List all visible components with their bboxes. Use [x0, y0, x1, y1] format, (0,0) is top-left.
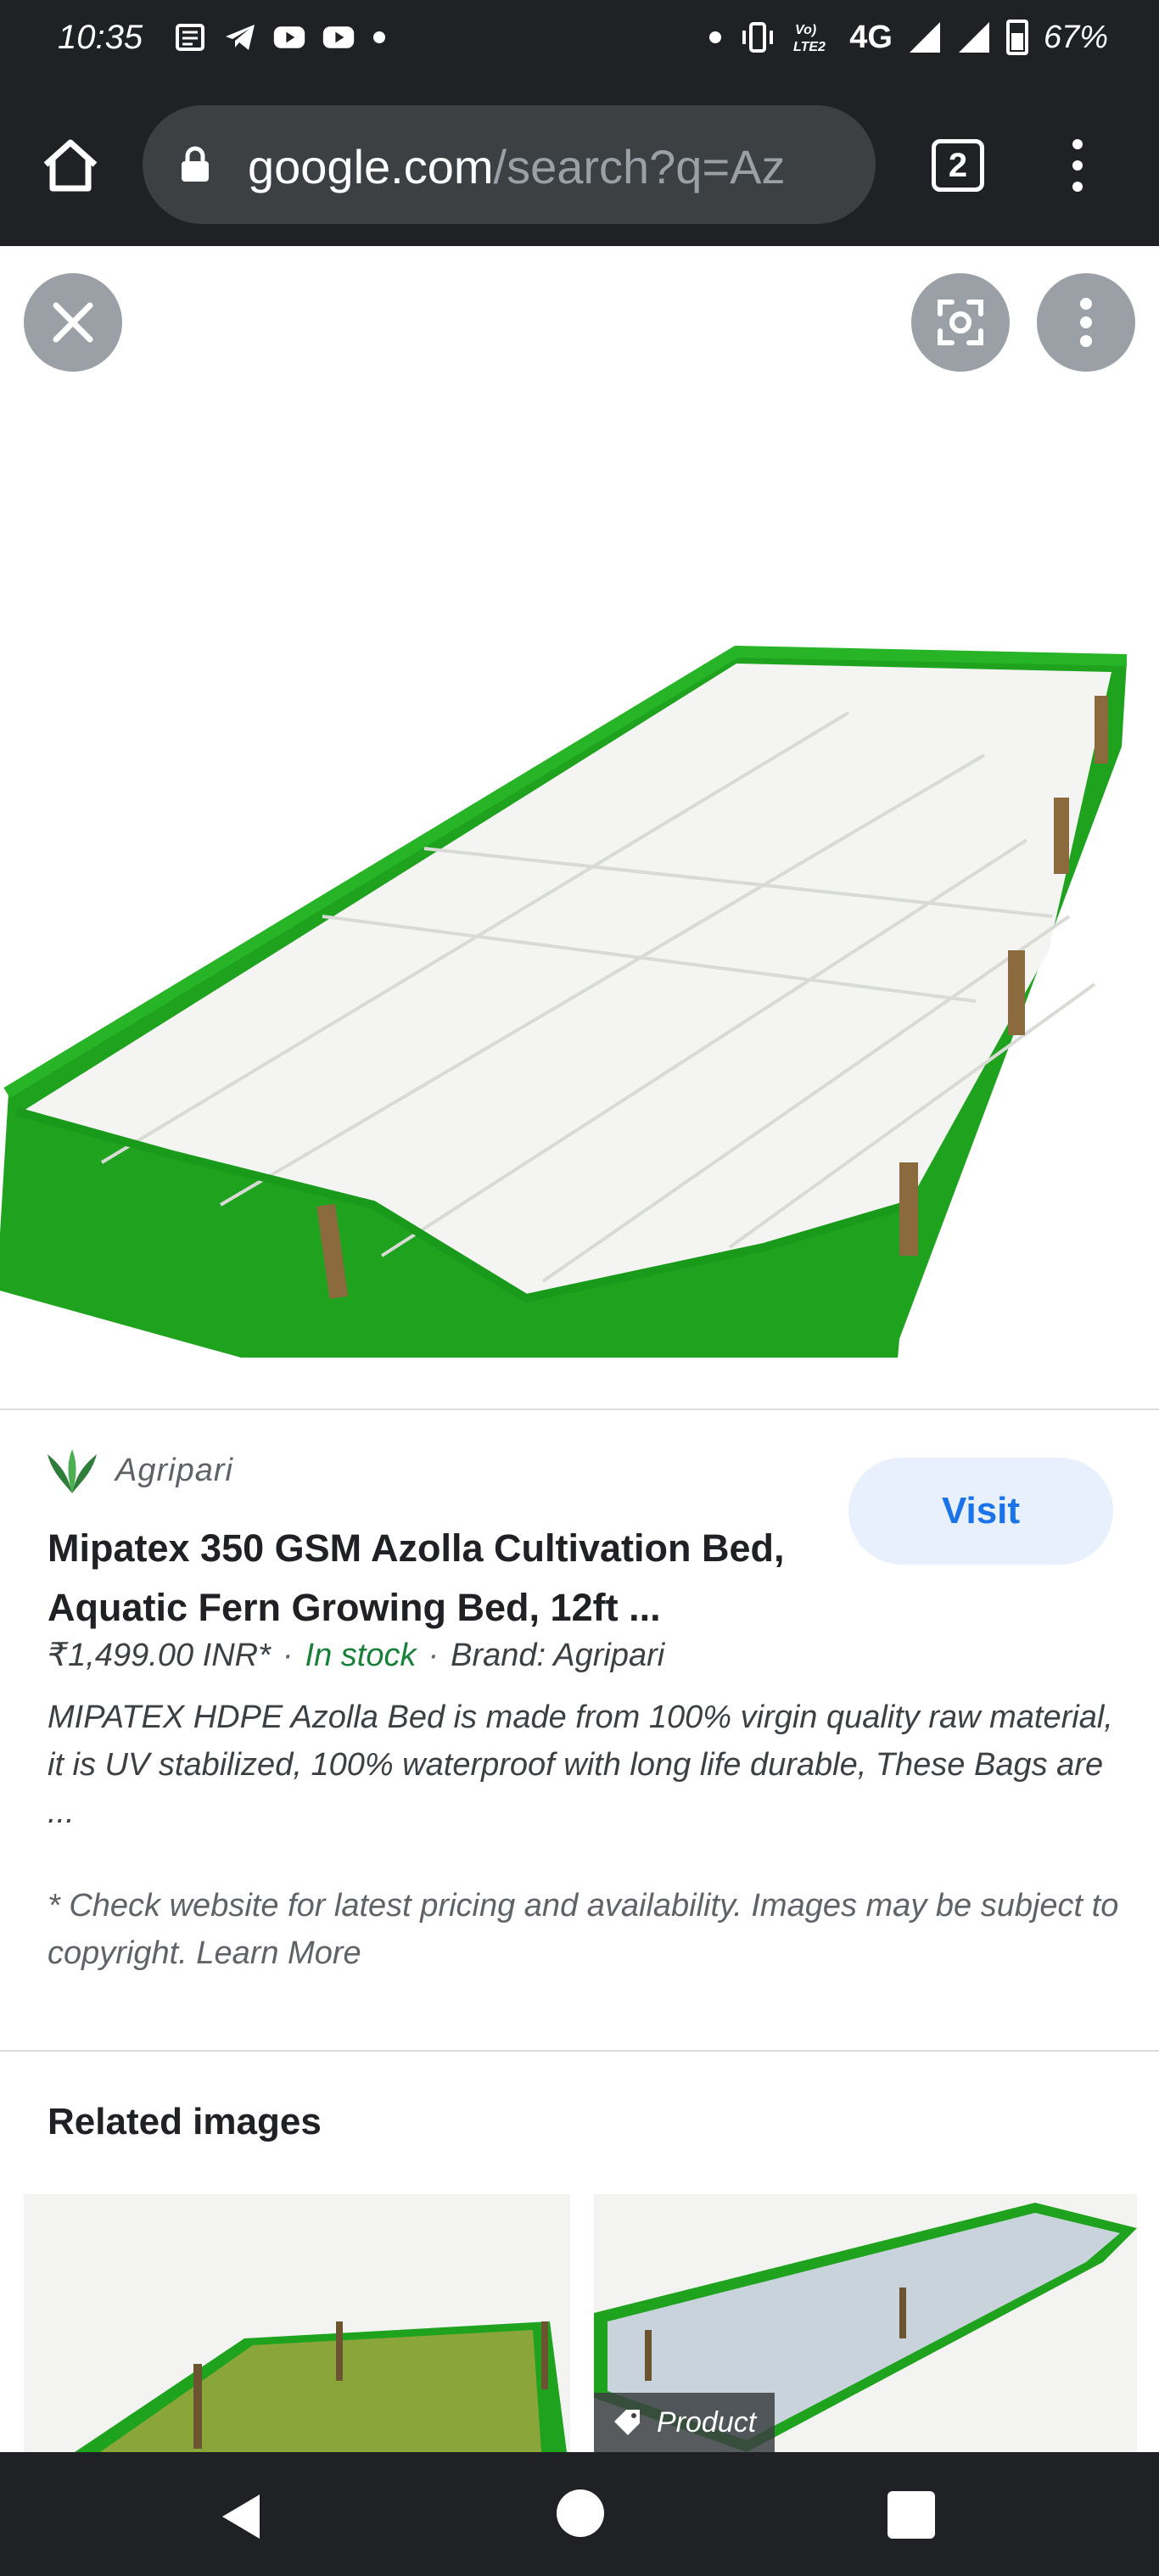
recents-icon[interactable] [887, 2491, 935, 2539]
product-badge: Product [594, 2393, 775, 2452]
stock-status: In stock [305, 1638, 417, 1673]
url-host: google.com [248, 140, 494, 193]
divider [0, 1408, 1159, 1410]
news-icon [176, 24, 204, 51]
close-icon [53, 302, 93, 343]
network-type: 4G [849, 19, 893, 55]
more-vert-icon [1080, 298, 1092, 347]
signal-icon [958, 22, 989, 53]
tag-icon [614, 2410, 640, 2435]
separator: · [282, 1638, 294, 1673]
close-button[interactable] [24, 273, 122, 372]
home-nav-icon[interactable] [557, 2489, 604, 2537]
product-description: MIPATEX HDPE Azolla Bed is made from 100… [48, 1700, 1113, 1830]
related-image[interactable]: Product [594, 2194, 1137, 2452]
browser-menu-icon[interactable] [1061, 136, 1095, 195]
address-bar[interactable]: google.com/search?q=Az [143, 105, 876, 224]
tab-switcher-button[interactable]: 2 [932, 139, 984, 192]
lock-icon [182, 146, 209, 182]
more-options-button[interactable] [1037, 273, 1135, 372]
youtube-icon [273, 26, 305, 48]
lens-icon [938, 300, 983, 345]
volte-icon: Vo) LTE2 [793, 23, 826, 54]
related-image[interactable] [24, 2194, 570, 2452]
divider [0, 2050, 1159, 2052]
back-icon[interactable] [214, 2489, 268, 2544]
url-text[interactable]: google.com/search?q=Az [248, 139, 842, 194]
notification-icons [174, 22, 388, 53]
separator: · [428, 1638, 440, 1673]
lens-button[interactable] [911, 273, 1010, 372]
signal-icon [909, 22, 940, 53]
agripari-logo [48, 1449, 97, 1493]
related-images-heading: Related images [48, 2101, 322, 2142]
disclaimer-text: * Check website for latest pricing and a… [48, 1888, 1119, 1971]
price-row: ₹1,499.00 INR* · In stock · Brand: Agripari [48, 1636, 664, 1674]
product-badge-label: Product [657, 2406, 757, 2439]
browser-toolbar: google.com/search?q=Az 2 [0, 85, 1159, 246]
svg-text:Vo): Vo) [795, 23, 816, 37]
url-path: /search?q=Az [493, 140, 786, 193]
system-icons: Vo) LTE2 4G 67% [707, 19, 1108, 56]
system-navigation-bar [0, 2452, 1159, 2576]
price: ₹1,499.00 INR* [48, 1638, 271, 1673]
battery-level: 67% [1043, 19, 1108, 55]
azolla-bed-image[interactable] [0, 441, 1159, 1358]
vibrate-icon [742, 22, 774, 53]
battery-icon [1005, 20, 1028, 55]
status-time: 10:35 [58, 19, 143, 56]
brand: Brand: Agripari [451, 1638, 665, 1673]
status-bar: 10:35 Vo) LTE2 4G 67% [0, 0, 1159, 85]
related-image-graphic [24, 2194, 570, 2452]
product-title[interactable]: Mipatex 350 GSM Azolla Cultivation Bed, … [48, 1519, 828, 1638]
source-name[interactable]: Agripari [115, 1453, 233, 1489]
svg-text:LTE2: LTE2 [793, 40, 826, 54]
telegram-icon [226, 25, 255, 50]
image-viewer [0, 246, 1159, 1408]
youtube-icon [322, 26, 355, 48]
dot-icon [709, 31, 722, 43]
visit-button[interactable]: Visit [848, 1458, 1113, 1565]
dot-icon [373, 31, 385, 43]
home-icon[interactable] [39, 134, 102, 197]
